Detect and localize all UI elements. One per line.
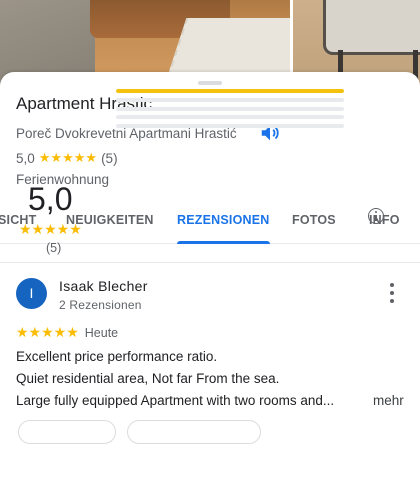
reviewer-name[interactable]: Isaak Blecher <box>59 278 148 294</box>
place-rating[interactable]: 5,0 ★★★★★ (5) <box>16 150 118 166</box>
review-action-chip[interactable] <box>18 420 116 444</box>
review-date: Heute <box>84 325 119 340</box>
review-action-chip[interactable] <box>127 420 261 444</box>
more-link[interactable]: mehr <box>373 390 404 412</box>
menu-dot <box>390 283 394 287</box>
avatar[interactable]: I <box>16 278 47 309</box>
menu-dot <box>390 299 394 303</box>
place-title: Apartment Hrastic <box>16 94 153 113</box>
review-text: Excellent price performance ratio. Quiet… <box>16 346 408 412</box>
summary-stars-icon: ★★★★★ <box>19 221 82 237</box>
rating-bar-2 <box>116 115 344 119</box>
info-icon[interactable] <box>368 208 384 224</box>
review-line: Large fully equipped Apartment with two … <box>16 393 335 408</box>
rating-summary: 5,0 ★★★★★ (5) <box>0 89 420 263</box>
rating-stars-icon: ★★★★★ <box>38 150 98 165</box>
place-subtitle: Poreč Dvokrevetni Apartmani Hrastić <box>16 126 237 141</box>
menu-dot <box>390 291 394 295</box>
rating-bar-4 <box>116 98 344 102</box>
review-line: Excellent price performance ratio. <box>16 349 218 364</box>
summary-count: (5) <box>46 241 62 255</box>
rating-bar-1 <box>116 124 344 128</box>
review-line: Quiet residential area, Not far From the… <box>16 371 280 386</box>
summary-score: 5,0 <box>28 181 73 217</box>
rating-bar-3 <box>116 107 344 111</box>
rating-count: (5) <box>101 150 118 166</box>
review-stars-icon: ★★★★★ <box>16 324 79 340</box>
rating-bar-5 <box>116 89 344 93</box>
rating-value: 5,0 <box>16 150 35 166</box>
rating-bar-fill <box>116 89 344 93</box>
reviewer-meta: 2 Rezensionen <box>59 298 142 312</box>
drag-handle[interactable] <box>198 81 222 85</box>
more-vert-icon[interactable] <box>384 282 400 304</box>
photo-table-top <box>323 0 420 55</box>
review-rating: ★★★★★ Heute <box>16 324 118 341</box>
